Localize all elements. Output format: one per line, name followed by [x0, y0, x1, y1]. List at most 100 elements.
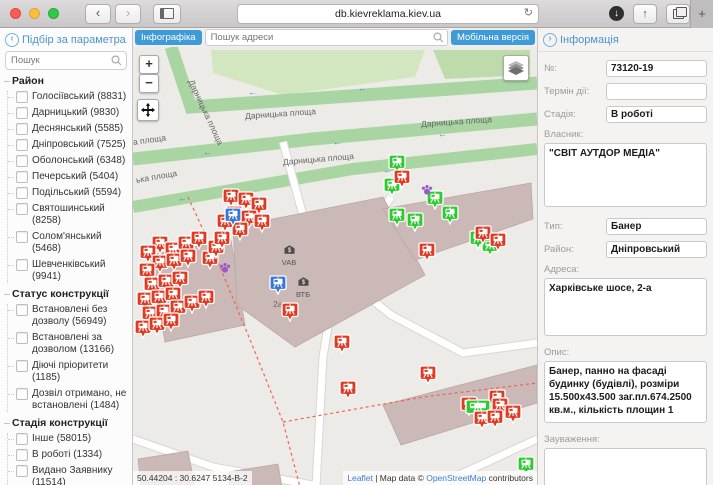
map-marker-red[interactable] — [486, 409, 504, 435]
filter-checkbox[interactable] — [16, 139, 28, 151]
filter-item[interactable]: В роботі (1334) — [8, 449, 130, 461]
tabs-overview-icon[interactable] — [666, 4, 690, 24]
sidebar-toggle-button[interactable] — [153, 4, 181, 24]
map-viewport[interactable]: Дарницька площаДарницька площаДарницька … — [133, 47, 537, 485]
map-marker-green[interactable] — [388, 207, 406, 233]
zoom-out-button[interactable]: − — [139, 74, 159, 93]
map-marker-red[interactable] — [504, 404, 522, 430]
info-field-input[interactable] — [606, 83, 707, 100]
collapse-left-panel-icon[interactable]: ‹ — [5, 33, 19, 47]
address-bar[interactable]: db.kievreklama.kiev.ua ↻ — [237, 4, 539, 24]
filter-checkbox[interactable] — [16, 107, 28, 119]
filter-checkbox[interactable] — [16, 433, 28, 445]
filter-item[interactable]: Інше (58015) — [8, 433, 130, 445]
map-marker-blue[interactable] — [269, 275, 287, 301]
new-tab-button[interactable]: + — [690, 0, 713, 28]
close-window-button[interactable] — [10, 8, 21, 19]
filter-checkbox[interactable] — [16, 360, 28, 372]
filter-item[interactable]: Подільський (5594) — [8, 187, 130, 199]
filter-checkbox[interactable] — [16, 91, 28, 103]
filter-item[interactable]: Голосіївський (8831) — [8, 91, 130, 103]
filter-checkbox[interactable] — [16, 388, 28, 400]
filter-checkbox[interactable] — [16, 203, 28, 215]
filter-checkbox[interactable] — [16, 259, 28, 271]
filter-item[interactable]: Оболонський (6348) — [8, 155, 130, 167]
paw-icon[interactable] — [421, 183, 433, 201]
collapse-right-panel-icon[interactable]: › — [543, 33, 557, 47]
filter-checkbox[interactable] — [16, 332, 28, 344]
tabs-icon — [673, 9, 684, 19]
info-field-input[interactable] — [606, 241, 707, 258]
osm-link[interactable]: OpenStreetMap — [426, 473, 486, 483]
map-marker-red[interactable] — [333, 334, 351, 360]
filter-item[interactable]: Дозвіл отримано, не встановлені (1484) — [8, 388, 130, 412]
filter-search-input[interactable] — [6, 55, 126, 66]
info-field-input[interactable] — [606, 60, 707, 77]
info-row: №: — [544, 60, 707, 77]
filter-item[interactable]: Святошинський (8258) — [8, 203, 130, 227]
map-marker-red[interactable] — [419, 365, 437, 391]
info-field-input[interactable] — [606, 218, 707, 235]
sidebar-icon — [160, 8, 174, 19]
filter-checkbox[interactable] — [16, 465, 28, 477]
filter-checkbox[interactable] — [16, 304, 28, 316]
filter-item[interactable]: Дніпровський (7525) — [8, 139, 130, 151]
filter-checkbox[interactable] — [16, 123, 28, 135]
filter-item[interactable]: Видано Заявнику (11514) — [8, 465, 130, 485]
leaflet-link[interactable]: Leaflet — [347, 473, 373, 483]
filter-item[interactable]: Встановлені без дозволу (56949) — [8, 304, 130, 328]
filter-item[interactable]: Деснянський (5585) — [8, 123, 130, 135]
filter-group-header[interactable]: –Стадія конструкції — [4, 417, 130, 429]
filter-checkbox[interactable] — [16, 187, 28, 199]
filter-checkbox[interactable] — [16, 449, 28, 461]
map-marker-red[interactable] — [197, 289, 215, 315]
address-search-input[interactable] — [206, 32, 447, 43]
info-panel-header[interactable]: › Інформація — [538, 28, 713, 52]
map-marker-blue[interactable] — [224, 207, 242, 233]
filter-sidebar-header[interactable]: ‹ Підбір за параметра... — [0, 28, 132, 51]
tree-collapse-icon[interactable]: – — [4, 417, 12, 429]
info-field-textarea[interactable] — [544, 361, 707, 423]
filter-item[interactable]: Діючі пріоритети (1185) — [8, 360, 130, 384]
forward-button[interactable]: › — [115, 4, 141, 24]
map-marker-red[interactable] — [489, 232, 507, 258]
reload-icon[interactable]: ↻ — [524, 8, 533, 19]
filter-item[interactable]: Шевченківський (9941) — [8, 259, 130, 283]
map-marker-green[interactable] — [406, 212, 424, 238]
filter-item[interactable]: Солом'янський (5468) — [8, 231, 130, 255]
filter-group-header[interactable]: –Статус конструкції — [4, 288, 130, 300]
paw-icon[interactable] — [219, 261, 231, 279]
map-marker-red[interactable] — [418, 242, 436, 268]
filter-search-box[interactable] — [5, 51, 127, 70]
map-marker-red[interactable] — [162, 312, 180, 338]
filter-item[interactable]: Дарницький (9830) — [8, 107, 130, 119]
zoom-in-button[interactable]: + — [139, 55, 159, 74]
map-marker-red[interactable] — [281, 302, 299, 328]
info-field-input[interactable] — [606, 106, 707, 123]
back-button[interactable]: ‹ — [85, 4, 111, 24]
address-search-box[interactable] — [205, 29, 448, 46]
filter-item[interactable]: Встановлені за дозволом (13166) — [8, 332, 130, 356]
filter-checkbox[interactable] — [16, 155, 28, 167]
filter-item[interactable]: Печерський (5404) — [8, 171, 130, 183]
downloads-icon[interactable]: ↓ — [609, 6, 624, 21]
layers-control-button[interactable] — [503, 55, 529, 81]
tree-collapse-icon[interactable]: – — [4, 288, 12, 300]
map-marker-red[interactable] — [253, 213, 271, 239]
pan-control-button[interactable] — [137, 99, 159, 121]
filter-group-header[interactable]: –Район — [4, 75, 130, 87]
minimize-window-button[interactable] — [29, 8, 40, 19]
map-marker-red[interactable] — [393, 169, 411, 195]
info-field-textarea[interactable] — [544, 448, 707, 485]
infographic-button[interactable]: Інфографіка — [135, 30, 202, 45]
filter-checkbox[interactable] — [16, 231, 28, 243]
map-marker-red[interactable] — [339, 380, 357, 406]
tree-collapse-icon[interactable]: – — [4, 75, 12, 87]
mobile-version-button[interactable]: Мобільна версія — [451, 30, 535, 45]
info-field-textarea[interactable] — [544, 278, 707, 336]
info-field-textarea[interactable] — [544, 143, 707, 207]
filter-checkbox[interactable] — [16, 171, 28, 183]
map-marker-green[interactable] — [441, 205, 459, 231]
share-icon[interactable]: ↑ — [633, 4, 657, 24]
zoom-window-button[interactable] — [48, 8, 59, 19]
